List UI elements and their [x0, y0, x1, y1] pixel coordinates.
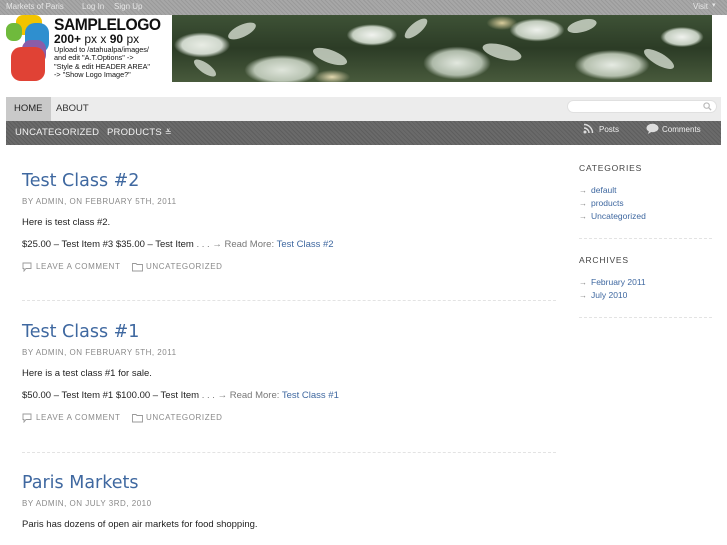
post-divider — [22, 300, 556, 301]
read-more-link[interactable]: Test Class #2 — [277, 239, 334, 250]
logo-red-shape — [11, 47, 45, 81]
sidebar-divider — [579, 238, 712, 239]
sidebar-category-item[interactable]: → products — [579, 198, 624, 208]
sidebar-divider — [579, 317, 712, 318]
posts-feed-link[interactable]: Posts — [583, 121, 619, 138]
folder-icon — [132, 414, 143, 423]
categories-heading: Categories — [579, 163, 643, 173]
arrow-right-icon: → — [579, 278, 587, 287]
post-title[interactable]: Paris Markets — [22, 473, 556, 496]
logo-size: 200+ px x 90 px — [54, 32, 140, 46]
nav-home[interactable]: HOME — [6, 97, 51, 121]
chevron-down-icon: ≚ — [164, 128, 172, 137]
nav-about[interactable]: ABOUT — [48, 97, 97, 121]
post-divider — [22, 452, 556, 453]
archives-heading: Archives — [579, 255, 629, 265]
category-link[interactable]: Uncategorized — [146, 413, 223, 422]
post-price-line: $25.00 – Test Item #3 $35.00 – Test Item… — [22, 239, 334, 250]
leave-comment-link[interactable]: Leave a comment — [36, 262, 120, 271]
category-link[interactable]: Uncategorized — [146, 262, 223, 271]
header-banner-image — [172, 15, 712, 82]
post-excerpt: Paris has dozens of open air markets for… — [22, 519, 258, 530]
post-excerpt: Here is a test class #1 for sale. — [22, 368, 152, 379]
comment-icon — [22, 262, 32, 272]
post-meta: By admin, on July 3rd, 2010 — [22, 499, 152, 508]
search-input[interactable] — [567, 100, 717, 113]
post-title[interactable]: Test Class #1 — [22, 322, 556, 345]
comment-bubble-icon — [646, 123, 659, 134]
signup-link[interactable]: Sign Up — [114, 2, 142, 11]
arrow-right-icon: → — [579, 186, 587, 195]
site-header: SAMPLELOGO 200+ px x 90 px Upload to /at… — [0, 15, 727, 97]
sidebar-archive-item[interactable]: → July 2010 — [579, 290, 627, 300]
post-meta: By admin, on February 5th, 2011 — [22, 348, 177, 357]
logo-green-shape — [6, 23, 22, 41]
post: Test Class #2 By admin, on February 5th,… — [22, 171, 556, 272]
sidebar-category-item[interactable]: → default — [579, 185, 617, 195]
visit-link[interactable]: Visit — [693, 2, 708, 11]
sidebar-category-item[interactable]: → Uncategorized — [579, 211, 646, 221]
sidebar-archive-item[interactable]: → February 2011 — [579, 277, 646, 287]
nav-uncategorized[interactable]: UNCATEGORIZED — [15, 121, 99, 145]
folder-icon — [132, 263, 143, 272]
main-nav: HOME ABOUT — [6, 97, 721, 121]
post-meta: By admin, on February 5th, 2011 — [22, 197, 177, 206]
arrow-right-icon: → — [579, 199, 587, 208]
rss-icon — [583, 123, 594, 134]
logo-instructions: Upload to /atahualpa/images/ and edit "A… — [54, 45, 151, 79]
post: Paris Markets By admin, on July 3rd, 201… — [22, 473, 556, 530]
site-link[interactable]: Markets of Paris — [6, 2, 64, 11]
search-icon[interactable] — [703, 102, 712, 111]
top-admin-bar: Markets of Paris Log In Sign Up Visit ▾ — [0, 0, 727, 15]
post-footer: Leave a comment Uncategorized — [22, 413, 556, 423]
login-link[interactable]: Log In — [82, 2, 104, 11]
comments-feed-link[interactable]: Comments — [646, 121, 701, 138]
post-price-line: $50.00 – Test Item #1 $100.00 – Test Ite… — [22, 390, 339, 401]
site-logo[interactable]: SAMPLELOGO 200+ px x 90 px Upload to /at… — [6, 15, 168, 97]
leave-comment-link[interactable]: Leave a comment — [36, 413, 120, 422]
arrow-right-icon: → — [579, 291, 587, 300]
nav-products[interactable]: PRODUCTS ≚ — [107, 121, 172, 145]
comment-icon — [22, 413, 32, 423]
post-footer: Leave a comment Uncategorized — [22, 262, 556, 272]
category-nav: UNCATEGORIZED PRODUCTS ≚ Posts Comments — [6, 121, 721, 145]
post-title[interactable]: Test Class #2 — [22, 171, 556, 194]
visit-dropdown-icon[interactable]: ▾ — [712, 1, 716, 9]
post-excerpt: Here is test class #2. — [22, 217, 111, 228]
read-more-link[interactable]: Test Class #1 — [282, 390, 339, 401]
arrow-right-icon: → — [579, 212, 587, 221]
post: Test Class #1 By admin, on February 5th,… — [22, 322, 556, 423]
